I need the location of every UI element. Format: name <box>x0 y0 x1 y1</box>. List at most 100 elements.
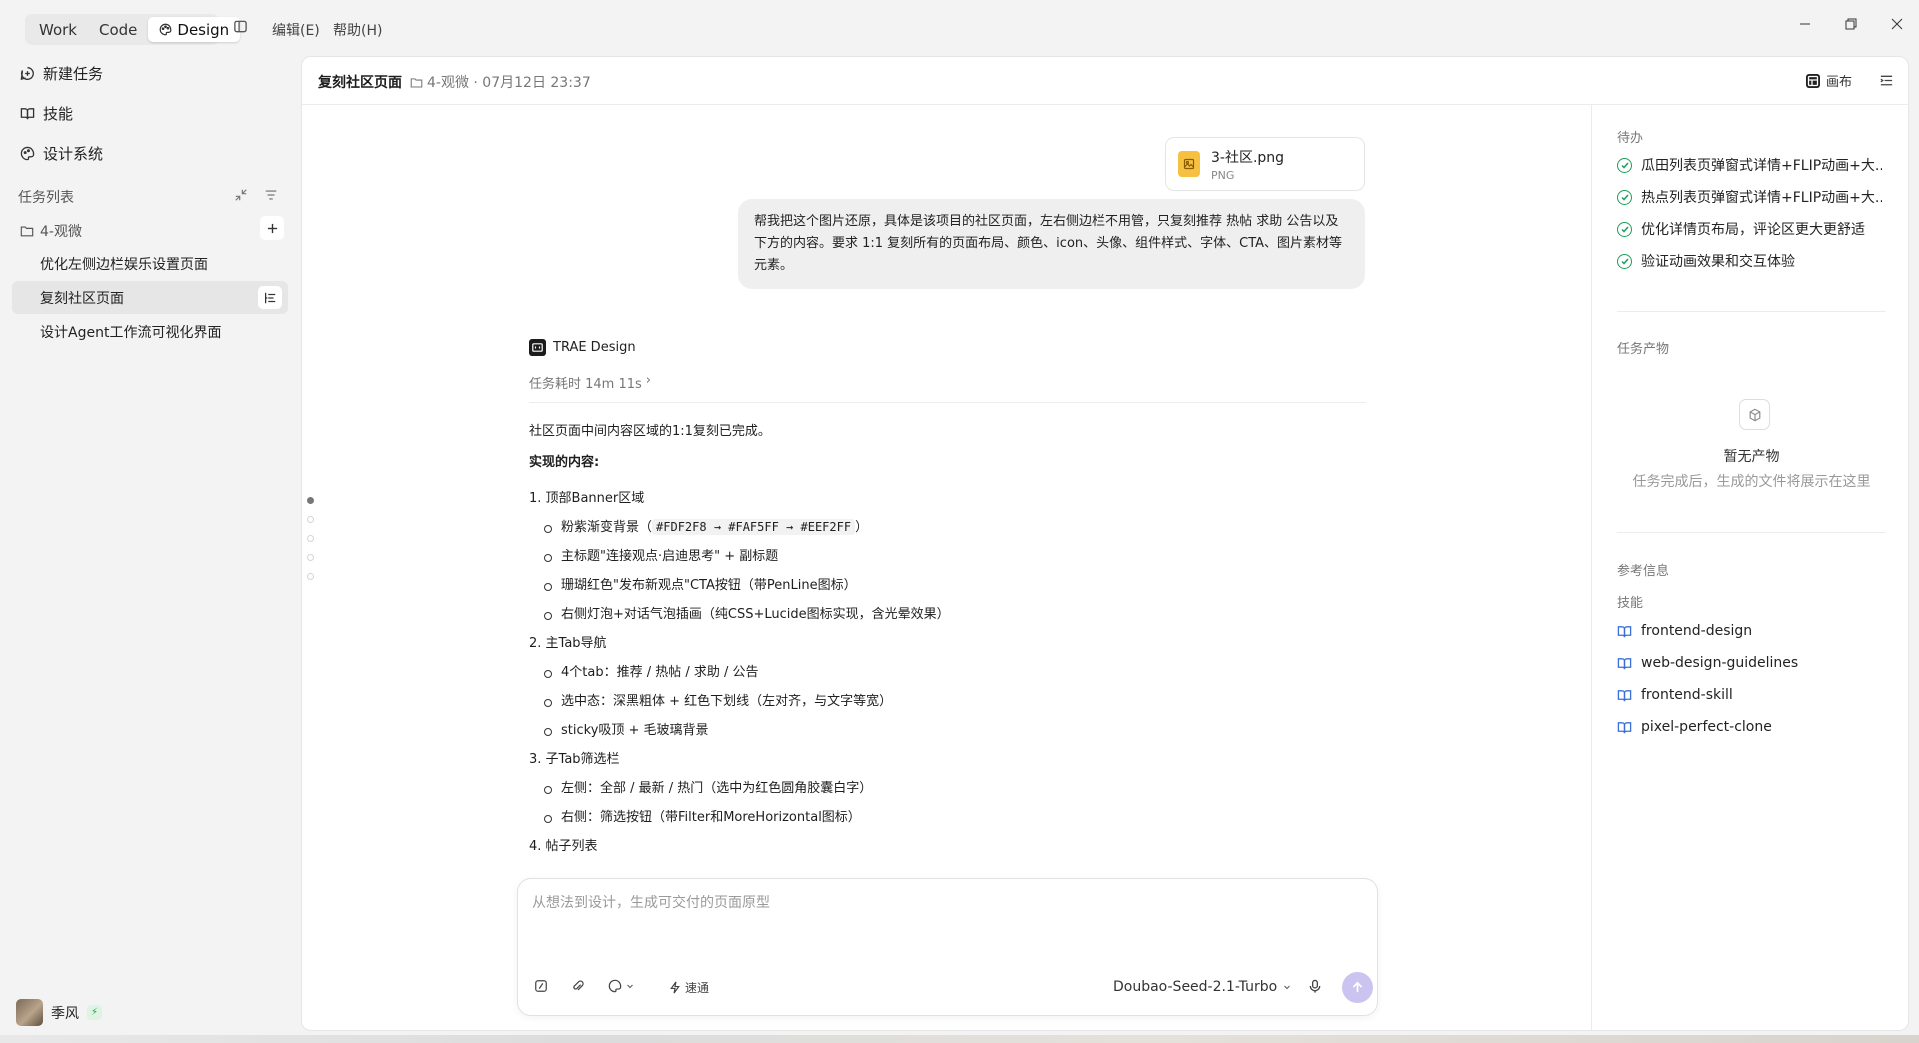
lightning-icon <box>670 981 680 994</box>
menu-help[interactable]: 帮助(H) <box>333 20 382 40</box>
reply-bullet: 右侧：筛选按钮（带Filter和MoreHorizontal图标） <box>529 803 1366 832</box>
breadcrumb: 4-观微 · 07月12日 23:37 <box>410 72 591 92</box>
send-button[interactable] <box>1342 972 1373 1003</box>
nav-skills-label: 技能 <box>43 105 74 123</box>
task-label: 优化左侧边栏娱乐设置页面 <box>40 256 208 273</box>
skill-link[interactable]: web-design-guidelines <box>1617 655 1798 671</box>
reply-intro: 社区页面中间内容区域的1:1复刻已完成。 <box>529 424 771 439</box>
model-label: Doubao-Seed-2.1-Turbo <box>1113 979 1278 995</box>
mode-code-button[interactable]: Code <box>88 17 148 42</box>
nav-new-task[interactable]: 新建任务 <box>20 63 103 84</box>
speed-mode-button[interactable]: 速通 <box>669 979 709 996</box>
canvas-button[interactable]: 画布 <box>1805 71 1852 90</box>
main-panel: 复刻社区页面 4-观微 · 07月12日 23:37 画布 3-社区.png P… <box>301 56 1909 1031</box>
microphone-icon[interactable] <box>1308 979 1322 994</box>
skill-link[interactable]: pixel-perfect-clone <box>1617 719 1772 735</box>
mode-work-button[interactable]: Work <box>28 17 88 42</box>
model-select[interactable]: Doubao-Seed-2.1-Turbo <box>1113 979 1291 995</box>
check-circle-icon <box>1617 253 1632 269</box>
lightning-badge-icon: ⚡ <box>87 1005 102 1020</box>
minimize-icon[interactable] <box>1799 18 1811 30</box>
task-label: 设计Agent工作流可视化界面 <box>40 324 222 341</box>
mode-design-label: Design <box>177 20 230 39</box>
design-mode-dropdown[interactable] <box>608 979 634 993</box>
filter-icon[interactable] <box>264 188 278 202</box>
menu-edit[interactable]: 编辑(E) <box>272 20 320 40</box>
slash-command-icon[interactable] <box>534 979 548 993</box>
book-open-icon <box>1617 721 1632 733</box>
restore-icon[interactable] <box>1845 18 1857 30</box>
add-task-button[interactable] <box>260 216 284 240</box>
mode-design-button[interactable]: Design <box>148 17 241 42</box>
task-item[interactable]: 优化左侧边栏娱乐设置页面 <box>12 247 288 280</box>
skill-link[interactable]: frontend-skill <box>1617 687 1733 703</box>
nav-dot[interactable] <box>307 573 314 580</box>
attach-icon[interactable] <box>571 979 585 993</box>
task-duration[interactable]: 任务耗时 14m 11s › <box>529 373 651 392</box>
reply-bullet: 左侧：全部 / 最新 / 热门（选中为红色圆角胶囊白字） <box>529 774 1366 803</box>
reply-section: 1. 顶部Banner区域 <box>529 491 645 506</box>
panel-list-icon[interactable] <box>1879 73 1894 88</box>
duration-label: 任务耗时 14m 11s <box>529 377 642 392</box>
check-circle-icon <box>1617 221 1632 237</box>
reply-section: 2. 主Tab导航 <box>529 636 607 651</box>
todo-label: 热点列表页弹窗式详情+FLIP动画+大... <box>1641 190 1882 206</box>
todo-label: 优化详情页布局，评论区更大更舒适 <box>1641 222 1865 238</box>
nav-skills[interactable]: 技能 <box>20 103 73 124</box>
task-list-title: 任务列表 <box>18 190 74 206</box>
arrow-up-icon <box>1352 981 1363 993</box>
mode-work-label: Work <box>39 20 77 39</box>
prompt-input[interactable] <box>532 895 1352 911</box>
reply-bullet: 右侧灯泡+对话气泡插画（纯CSS+Lucide图标实现，含光晕效果） <box>529 600 1366 629</box>
agent-name: TRAE Design <box>553 340 636 355</box>
new-task-icon <box>20 67 34 81</box>
reference-title: 参考信息 <box>1617 564 1670 579</box>
book-open-icon <box>20 108 35 120</box>
bullet-text: 粉紫渐变背景（ <box>561 520 653 535</box>
nav-dot[interactable] <box>307 535 314 542</box>
taskbar-strip <box>0 1035 1919 1043</box>
todo-item: 验证动画效果和交互体验 <box>1617 251 1882 271</box>
todo-title: 待办 <box>1617 131 1644 146</box>
empty-subtitle: 任务完成后，生成的文件将展示在这里 <box>1632 474 1871 490</box>
composer: 速通 Doubao-Seed-2.1-Turbo <box>517 878 1378 1016</box>
palette-icon <box>608 979 622 993</box>
nav-dot[interactable] <box>307 497 314 504</box>
main-header: 复刻社区页面 4-观微 · 07月12日 23:37 画布 <box>302 57 1908 105</box>
message-navigator[interactable] <box>307 497 314 580</box>
agent-reply: 社区页面中间内容区域的1:1复刻已完成。 实现的内容: 1. 顶部Banner区… <box>529 422 1366 861</box>
skill-link[interactable]: frontend-design <box>1617 623 1752 639</box>
agent-header: TRAE Design <box>529 339 636 356</box>
folder-item[interactable]: 4-观微 <box>20 221 82 241</box>
trae-logo-icon <box>529 339 546 356</box>
attachment-card[interactable]: 3-社区.png PNG <box>1165 137 1365 191</box>
nav-dot[interactable] <box>307 554 314 561</box>
skill-label: frontend-design <box>1641 623 1753 639</box>
todo-item: 瓜田列表页弹窗式详情+FLIP动画+大... <box>1617 155 1882 175</box>
nav-dot[interactable] <box>307 516 314 523</box>
bullet-text: ） <box>855 520 869 535</box>
task-item-selected[interactable]: 复刻社区页面 <box>12 281 288 314</box>
collapse-icon[interactable] <box>234 188 248 202</box>
reply-bullet: 选中态：深黑粗体 + 红色下划线（左对齐，与文字等宽） <box>529 687 1366 716</box>
user-message: 帮我把这个图片还原，具体是该项目的社区页面，左右侧边栏不用管，只复刻推荐 热帖 … <box>738 199 1365 289</box>
user-profile[interactable]: 季风 ⚡ <box>16 999 102 1026</box>
folder-icon <box>410 77 423 87</box>
sidebar: 新建任务 技能 设计系统 任务列表 4-观微 优化左侧边栏娱乐设置页面 复刻社区… <box>0 56 300 1043</box>
close-icon[interactable] <box>1891 18 1903 30</box>
package-icon <box>1739 399 1770 430</box>
task-outline-icon[interactable] <box>258 286 282 309</box>
inline-code: #FDF2F8 → #FAF5FF → #EEF2FF <box>652 519 856 535</box>
book-open-icon <box>1617 689 1632 701</box>
palette-icon <box>160 23 172 36</box>
todo-item: 热点列表页弹窗式详情+FLIP动画+大... <box>1617 187 1882 207</box>
reply-bullet: 珊瑚红色"发布新观点"CTA按钮（带PenLine图标） <box>529 571 1366 600</box>
attachment-name: 3-社区.png <box>1211 149 1285 166</box>
nav-design-system[interactable]: 设计系统 <box>20 143 103 164</box>
book-open-icon <box>1617 625 1632 637</box>
attachment-type: PNG <box>1211 168 1235 182</box>
task-item[interactable]: 设计Agent工作流可视化界面 <box>12 315 288 348</box>
sidebar-toggle-icon[interactable] <box>233 19 248 34</box>
user-name: 季风 <box>51 1005 79 1022</box>
reply-heading: 实现的内容: <box>529 455 600 470</box>
